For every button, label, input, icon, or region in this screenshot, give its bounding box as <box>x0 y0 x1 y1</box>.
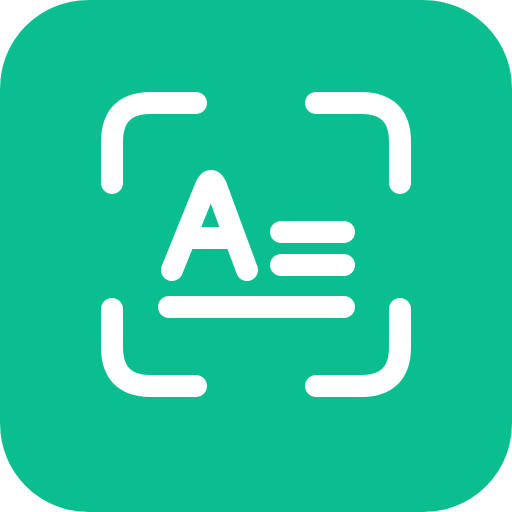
text-scanner-icon <box>0 0 512 512</box>
icon-background <box>0 0 512 512</box>
app-icon <box>0 0 512 512</box>
